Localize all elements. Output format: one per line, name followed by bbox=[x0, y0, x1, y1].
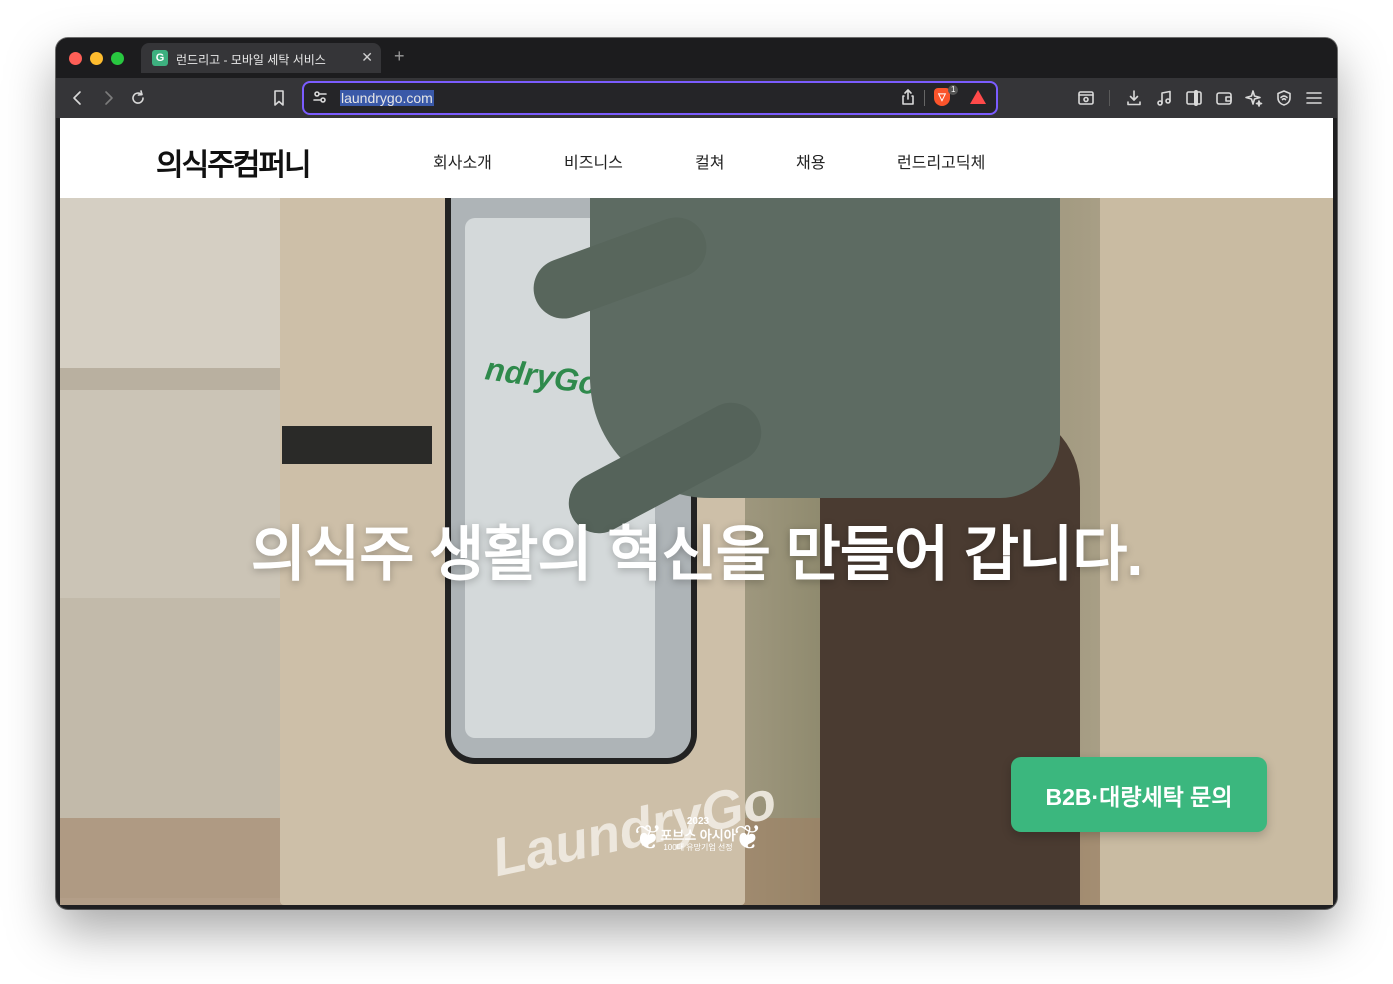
brave-rewards-icon[interactable] bbox=[970, 90, 986, 104]
site-logo[interactable]: 의식주컴퍼니 bbox=[156, 140, 312, 184]
hero-section: ndryGo LaundryGo 의식주 생활의 혁신을 만들어 갑니다. ❦ … bbox=[60, 198, 1333, 905]
forbes-award-badge: ❦ ❦ 2023 포브스 아시아 100대 유망기업 선정 bbox=[634, 816, 762, 866]
menu-icon[interactable] bbox=[1304, 88, 1324, 108]
leo-ai-icon[interactable] bbox=[1244, 88, 1264, 108]
wallet-icon[interactable] bbox=[1214, 88, 1234, 108]
vpn-shield-icon[interactable] bbox=[1274, 88, 1294, 108]
address-bar[interactable]: laundrygo.com ▽ 1 bbox=[302, 81, 998, 115]
minimize-window-button[interactable] bbox=[90, 52, 103, 65]
tab-strip: G 런드리고 - 모바일 세탁 서비스 ✕ + bbox=[56, 38, 1337, 78]
zoom-window-button[interactable] bbox=[111, 52, 124, 65]
shelf-top bbox=[60, 368, 300, 390]
nav-item-careers[interactable]: 채용 bbox=[796, 149, 825, 173]
laurel-right-icon: ❦ bbox=[733, 819, 763, 857]
bookmark-icon[interactable] bbox=[269, 88, 289, 108]
back-icon[interactable] bbox=[68, 88, 88, 108]
laundrygo-favicon-icon: G bbox=[152, 50, 168, 66]
tab-close-icon[interactable]: ✕ bbox=[361, 50, 373, 64]
nav-item-culture[interactable]: 컬쳐 bbox=[695, 149, 724, 173]
close-window-button[interactable] bbox=[69, 52, 82, 65]
url-text[interactable]: laundrygo.com bbox=[340, 90, 434, 106]
b2b-inquiry-button[interactable]: B2B·대량세탁 문의 bbox=[1011, 757, 1267, 832]
nav-item-business[interactable]: 비즈니스 bbox=[564, 149, 623, 173]
laurel-left-icon: ❦ bbox=[634, 819, 663, 857]
bag-strap bbox=[282, 426, 432, 464]
background-wall bbox=[60, 198, 280, 368]
nav-item-font[interactable]: 런드리고딕체 bbox=[897, 149, 985, 173]
reader-mode-icon[interactable] bbox=[1076, 88, 1096, 108]
tab-laundrygo[interactable]: G 런드리고 - 모바일 세탁 서비스 ✕ bbox=[141, 43, 381, 73]
url-separator bbox=[924, 90, 925, 106]
nav-item-company[interactable]: 회사소개 bbox=[433, 149, 492, 173]
site-header: 의식주컴퍼니 회사소개 비즈니스 컬쳐 채용 런드리고딕체 bbox=[60, 118, 1333, 198]
new-tab-button[interactable]: + bbox=[394, 47, 405, 65]
shields-count-badge: 1 bbox=[948, 85, 959, 95]
downloads-icon[interactable] bbox=[1124, 88, 1144, 108]
media-icon[interactable] bbox=[1154, 88, 1174, 108]
forward-icon[interactable] bbox=[98, 88, 118, 108]
reload-icon[interactable] bbox=[128, 88, 148, 108]
site-settings-icon[interactable] bbox=[310, 87, 330, 107]
web-page: 의식주컴퍼니 회사소개 비즈니스 컬쳐 채용 런드리고딕체 ndryGo Lau… bbox=[60, 118, 1333, 905]
browser-window: G 런드리고 - 모바일 세탁 서비스 ✕ + laundrygo.com ▽ … bbox=[56, 38, 1337, 909]
toolbar-separator bbox=[1109, 90, 1110, 106]
browser-toolbar: laundrygo.com ▽ 1 bbox=[56, 78, 1337, 118]
hero-headline: 의식주 생활의 혁신을 만들어 갑니다. bbox=[250, 521, 1143, 588]
share-icon[interactable] bbox=[898, 87, 918, 107]
sidebar-icon[interactable] bbox=[1184, 88, 1204, 108]
tab-title: 런드리고 - 모바일 세탁 서비스 bbox=[176, 53, 326, 67]
window-controls bbox=[69, 52, 124, 65]
